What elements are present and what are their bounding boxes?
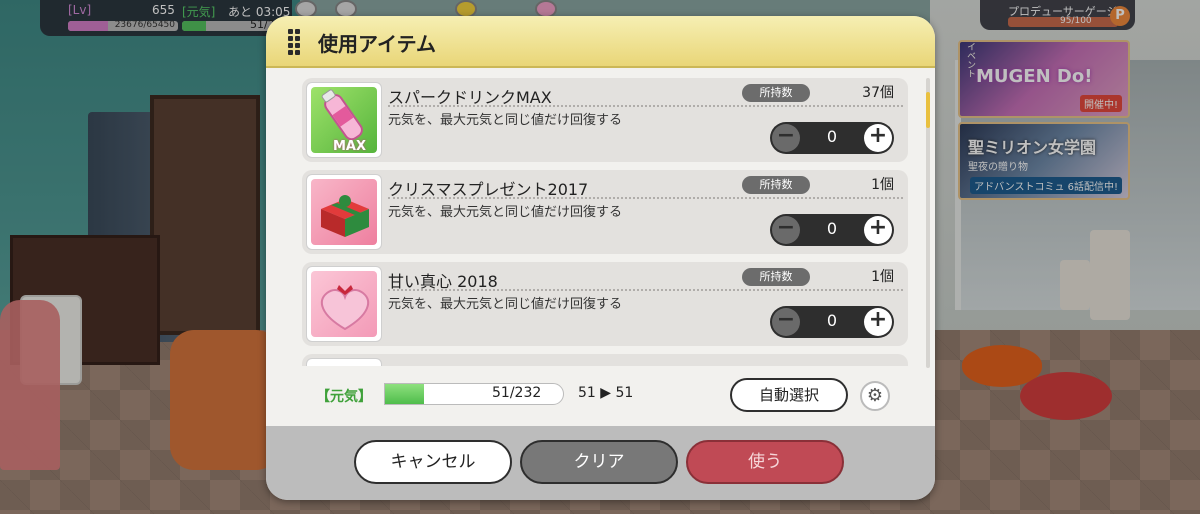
genki-change: 51 ▶ 51 <box>578 385 634 401</box>
dialog-footer: キャンセル クリア 使う <box>266 426 935 500</box>
item-thumbnail: MAX <box>306 82 382 158</box>
gear-icon[interactable]: ⚙ <box>860 381 890 411</box>
quantity-value: 0 <box>826 127 838 146</box>
item-description: 元気を、最大元気と同じ値だけ回復する <box>388 205 623 220</box>
minus-icon[interactable]: − <box>772 216 800 244</box>
plus-icon[interactable]: + <box>864 308 892 336</box>
dialog-header: 使用アイテム <box>266 16 935 68</box>
genki-label: 【元気】 <box>316 389 372 405</box>
clear-button[interactable]: クリア <box>520 440 678 484</box>
item-list: MAX スパークドリンクMAX 所持数 37個 元気を、最大元気と同じ値だけ回復… <box>296 74 911 366</box>
quantity-stepper: − 0 + <box>770 306 894 338</box>
quantity-value: 0 <box>826 219 838 238</box>
christmas-present-icon <box>321 195 369 237</box>
quantity-value: 0 <box>826 311 838 330</box>
minus-icon[interactable]: − <box>772 308 800 336</box>
heart-box-icon <box>320 285 370 331</box>
quantity-stepper: − 0 + <box>770 122 894 154</box>
list-item: クリスマスプレゼント2017 所持数 1個 元気を、最大元気と同じ値だけ回復する… <box>302 170 908 254</box>
quantity-stepper: − 0 + <box>770 214 894 246</box>
dialog-title: 使用アイテム <box>318 32 436 56</box>
owned-label: 所持数 <box>742 268 810 286</box>
plus-icon[interactable]: + <box>864 216 892 244</box>
genki-value: 51/232 <box>492 385 542 401</box>
item-thumbnail <box>306 358 382 366</box>
minus-icon[interactable]: − <box>772 124 800 152</box>
plus-icon[interactable]: + <box>864 124 892 152</box>
max-badge: MAX <box>333 139 367 154</box>
divider <box>388 197 903 199</box>
item-thumbnail <box>306 266 382 342</box>
item-description: 元気を、最大元気と同じ値だけ回復する <box>388 113 623 128</box>
item-thumbnail <box>306 174 382 250</box>
list-item: MAX スパークドリンクMAX 所持数 37個 元気を、最大元気と同じ値だけ回復… <box>302 78 908 162</box>
cancel-button[interactable]: キャンセル <box>354 440 512 484</box>
owned-label: 所持数 <box>742 176 810 194</box>
auto-select-button[interactable]: 自動選択 <box>730 378 848 412</box>
list-item: 甘い真心 2018 所持数 1個 元気を、最大元気と同じ値だけ回復する − 0 … <box>302 262 908 346</box>
owned-count: 1個 <box>871 269 894 285</box>
use-button[interactable]: 使う <box>686 440 844 484</box>
list-item-partial <box>302 354 908 366</box>
list-scrollbar[interactable] <box>926 78 930 368</box>
owned-label: 所持数 <box>742 84 810 102</box>
divider <box>388 105 903 107</box>
divider <box>388 289 903 291</box>
owned-count: 37個 <box>862 85 894 101</box>
item-description: 元気を、最大元気と同じ値だけ回復する <box>388 297 623 312</box>
genki-row: 【元気】 51/232 51 ▶ 51 自動選択 ⚙ <box>266 376 935 416</box>
grip-icon <box>288 29 300 55</box>
owned-count: 1個 <box>871 177 894 193</box>
use-item-dialog: 使用アイテム MAX スパークドリンクMAX 所持数 37個 元気を、最大元気と… <box>266 16 935 500</box>
